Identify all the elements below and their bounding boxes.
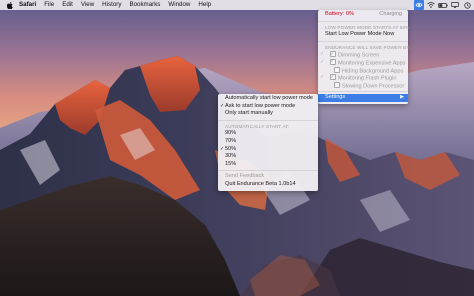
wifi-icon[interactable] xyxy=(426,0,436,10)
settings-menu-item[interactable]: Settings ▶ xyxy=(318,94,408,102)
threshold-70[interactable]: 70% xyxy=(218,138,318,146)
checkmark-icon: ✓ xyxy=(220,145,225,152)
checkmark-icon: ✓ xyxy=(320,51,325,58)
app-menu-safari[interactable]: Safari xyxy=(15,0,40,10)
threshold-label: 30% xyxy=(225,153,237,160)
charging-status: Charging xyxy=(379,11,402,17)
mode-label: Ask to start low power mode xyxy=(225,102,296,109)
option-checkbox xyxy=(334,81,340,88)
option-label: Monitoring Expensive Apps xyxy=(338,60,406,67)
threshold-label: 70% xyxy=(225,137,237,144)
option-monitoring-flash: ✓ Monitoring Flash Plugin xyxy=(318,73,408,82)
threshold-50[interactable]: ✓ 50% xyxy=(218,146,318,154)
menu-window[interactable]: Window xyxy=(164,0,194,10)
menu-divider xyxy=(318,20,408,22)
option-slowing-processor: Slowing Down Processor xyxy=(318,81,408,90)
mode-auto-start[interactable]: Automatically start low power mode xyxy=(218,95,318,103)
threshold-label: 90% xyxy=(225,130,237,137)
checkmark-icon: ✓ xyxy=(320,58,325,65)
menu-bookmarks[interactable]: Bookmarks xyxy=(125,0,164,10)
threshold-30[interactable]: 30% xyxy=(218,153,318,161)
threshold-15[interactable]: 15% xyxy=(218,161,318,169)
endurance-icon[interactable] xyxy=(414,0,424,10)
checkmark-icon: ✓ xyxy=(220,102,225,109)
mode-label: Only start manually xyxy=(225,110,273,117)
menu-divider xyxy=(318,91,408,93)
apple-logo-icon xyxy=(7,1,13,9)
option-monitoring-apps: ✓ Monitoring Expensive Apps xyxy=(318,57,408,67)
clock-icon[interactable] xyxy=(462,0,472,10)
menu-divider xyxy=(218,119,318,121)
quit-endurance-item[interactable]: Quit Endurance Beta 1.0b14 xyxy=(218,181,318,189)
option-checkbox xyxy=(330,73,336,80)
start-low-power-now[interactable]: Start Low Power Mode Now xyxy=(318,31,408,39)
menu-divider xyxy=(218,170,318,172)
option-label: Hiding Background Apps xyxy=(342,68,404,75)
option-checkbox xyxy=(330,57,336,65)
menu-bar: Safari File Edit View History Bookmarks … xyxy=(0,0,474,10)
option-label: Dimming Screen xyxy=(338,52,380,59)
threshold-90[interactable]: 90% xyxy=(218,130,318,138)
threshold-label: 50% xyxy=(225,145,237,152)
checkmark-icon: ✓ xyxy=(320,74,325,81)
mode-label: Automatically start low power mode xyxy=(225,95,313,101)
menu-history[interactable]: History xyxy=(98,0,125,10)
endurance-menu: Battery: 0% Charging LOW POWER MODE STAR… xyxy=(318,10,411,104)
menu-file[interactable]: File xyxy=(40,0,58,10)
option-checkbox xyxy=(334,66,340,73)
low-power-header: LOW POWER MODE STARTS AT 50% xyxy=(325,24,410,30)
threshold-label: 15% xyxy=(225,160,237,167)
option-label: Monitoring Flash Plugin xyxy=(338,75,397,82)
option-label: Slowing Down Processor xyxy=(342,83,405,90)
menu-divider xyxy=(318,40,408,42)
apple-menu[interactable] xyxy=(7,0,15,10)
mode-manual-only[interactable]: Only start manually xyxy=(218,110,318,118)
display-icon[interactable] xyxy=(450,0,460,10)
menu-view[interactable]: View xyxy=(77,0,98,10)
settings-label: Settings xyxy=(325,94,346,101)
mode-ask-to-start[interactable]: ✓ Ask to start low power mode xyxy=(218,103,318,111)
send-feedback-item: Send Feedback xyxy=(225,173,265,180)
battery-status-row: Battery: 0% Charging xyxy=(318,11,408,19)
status-tray xyxy=(414,0,474,10)
auto-start-header: AUTOMATICALLY START AT: xyxy=(225,123,290,129)
option-checkbox xyxy=(330,50,336,57)
menu-edit[interactable]: Edit xyxy=(58,0,77,10)
menu-help[interactable]: Help xyxy=(194,0,215,10)
battery-icon[interactable] xyxy=(438,0,448,10)
battery-label: Battery: 0% xyxy=(325,11,354,17)
settings-submenu: Automatically start low power mode ✓ Ask… xyxy=(218,94,318,191)
submenu-arrow-icon: ▶ xyxy=(400,94,404,101)
